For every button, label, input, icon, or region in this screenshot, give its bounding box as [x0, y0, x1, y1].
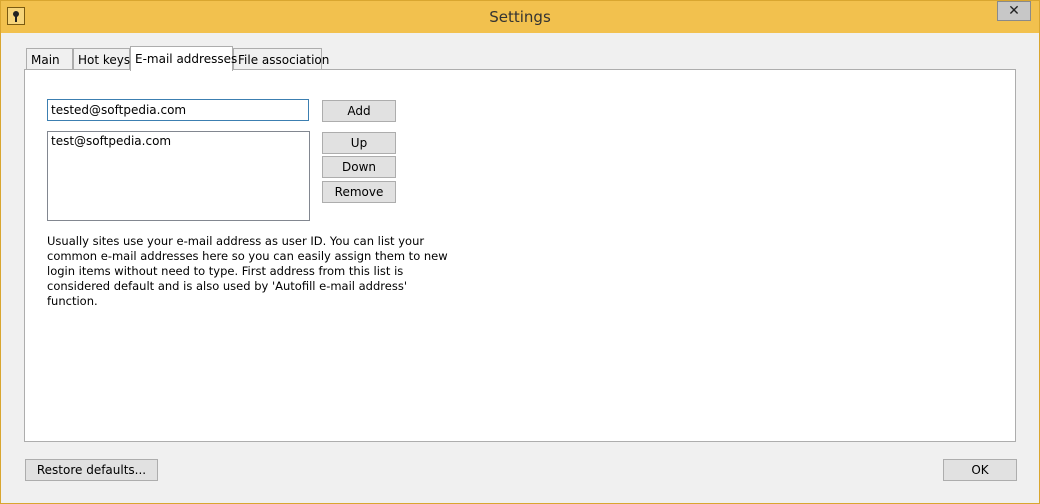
add-button[interactable]: Add [322, 100, 396, 122]
settings-window: Settings ✕ Main Hot keys E-mail addresse… [0, 0, 1040, 504]
restore-defaults-button[interactable]: Restore defaults... [25, 459, 158, 481]
title-bar[interactable]: Settings ✕ [1, 1, 1039, 33]
remove-button[interactable]: Remove [322, 181, 396, 203]
email-list[interactable]: test@softpedia.com [47, 131, 310, 221]
down-button[interactable]: Down [322, 156, 396, 178]
close-button[interactable]: ✕ [997, 1, 1031, 21]
list-item[interactable]: test@softpedia.com [48, 132, 309, 150]
help-text: Usually sites use your e-mail address as… [47, 234, 448, 308]
email-input[interactable] [47, 99, 309, 121]
tab-main[interactable]: Main [26, 48, 73, 70]
up-button[interactable]: Up [322, 132, 396, 154]
window-title: Settings [489, 8, 551, 26]
tab-hot-keys[interactable]: Hot keys [73, 48, 130, 70]
tab-email-addresses[interactable]: E-mail addresses [130, 46, 237, 71]
ok-button[interactable]: OK [943, 459, 1017, 481]
tab-file-association[interactable]: File association [233, 48, 329, 70]
